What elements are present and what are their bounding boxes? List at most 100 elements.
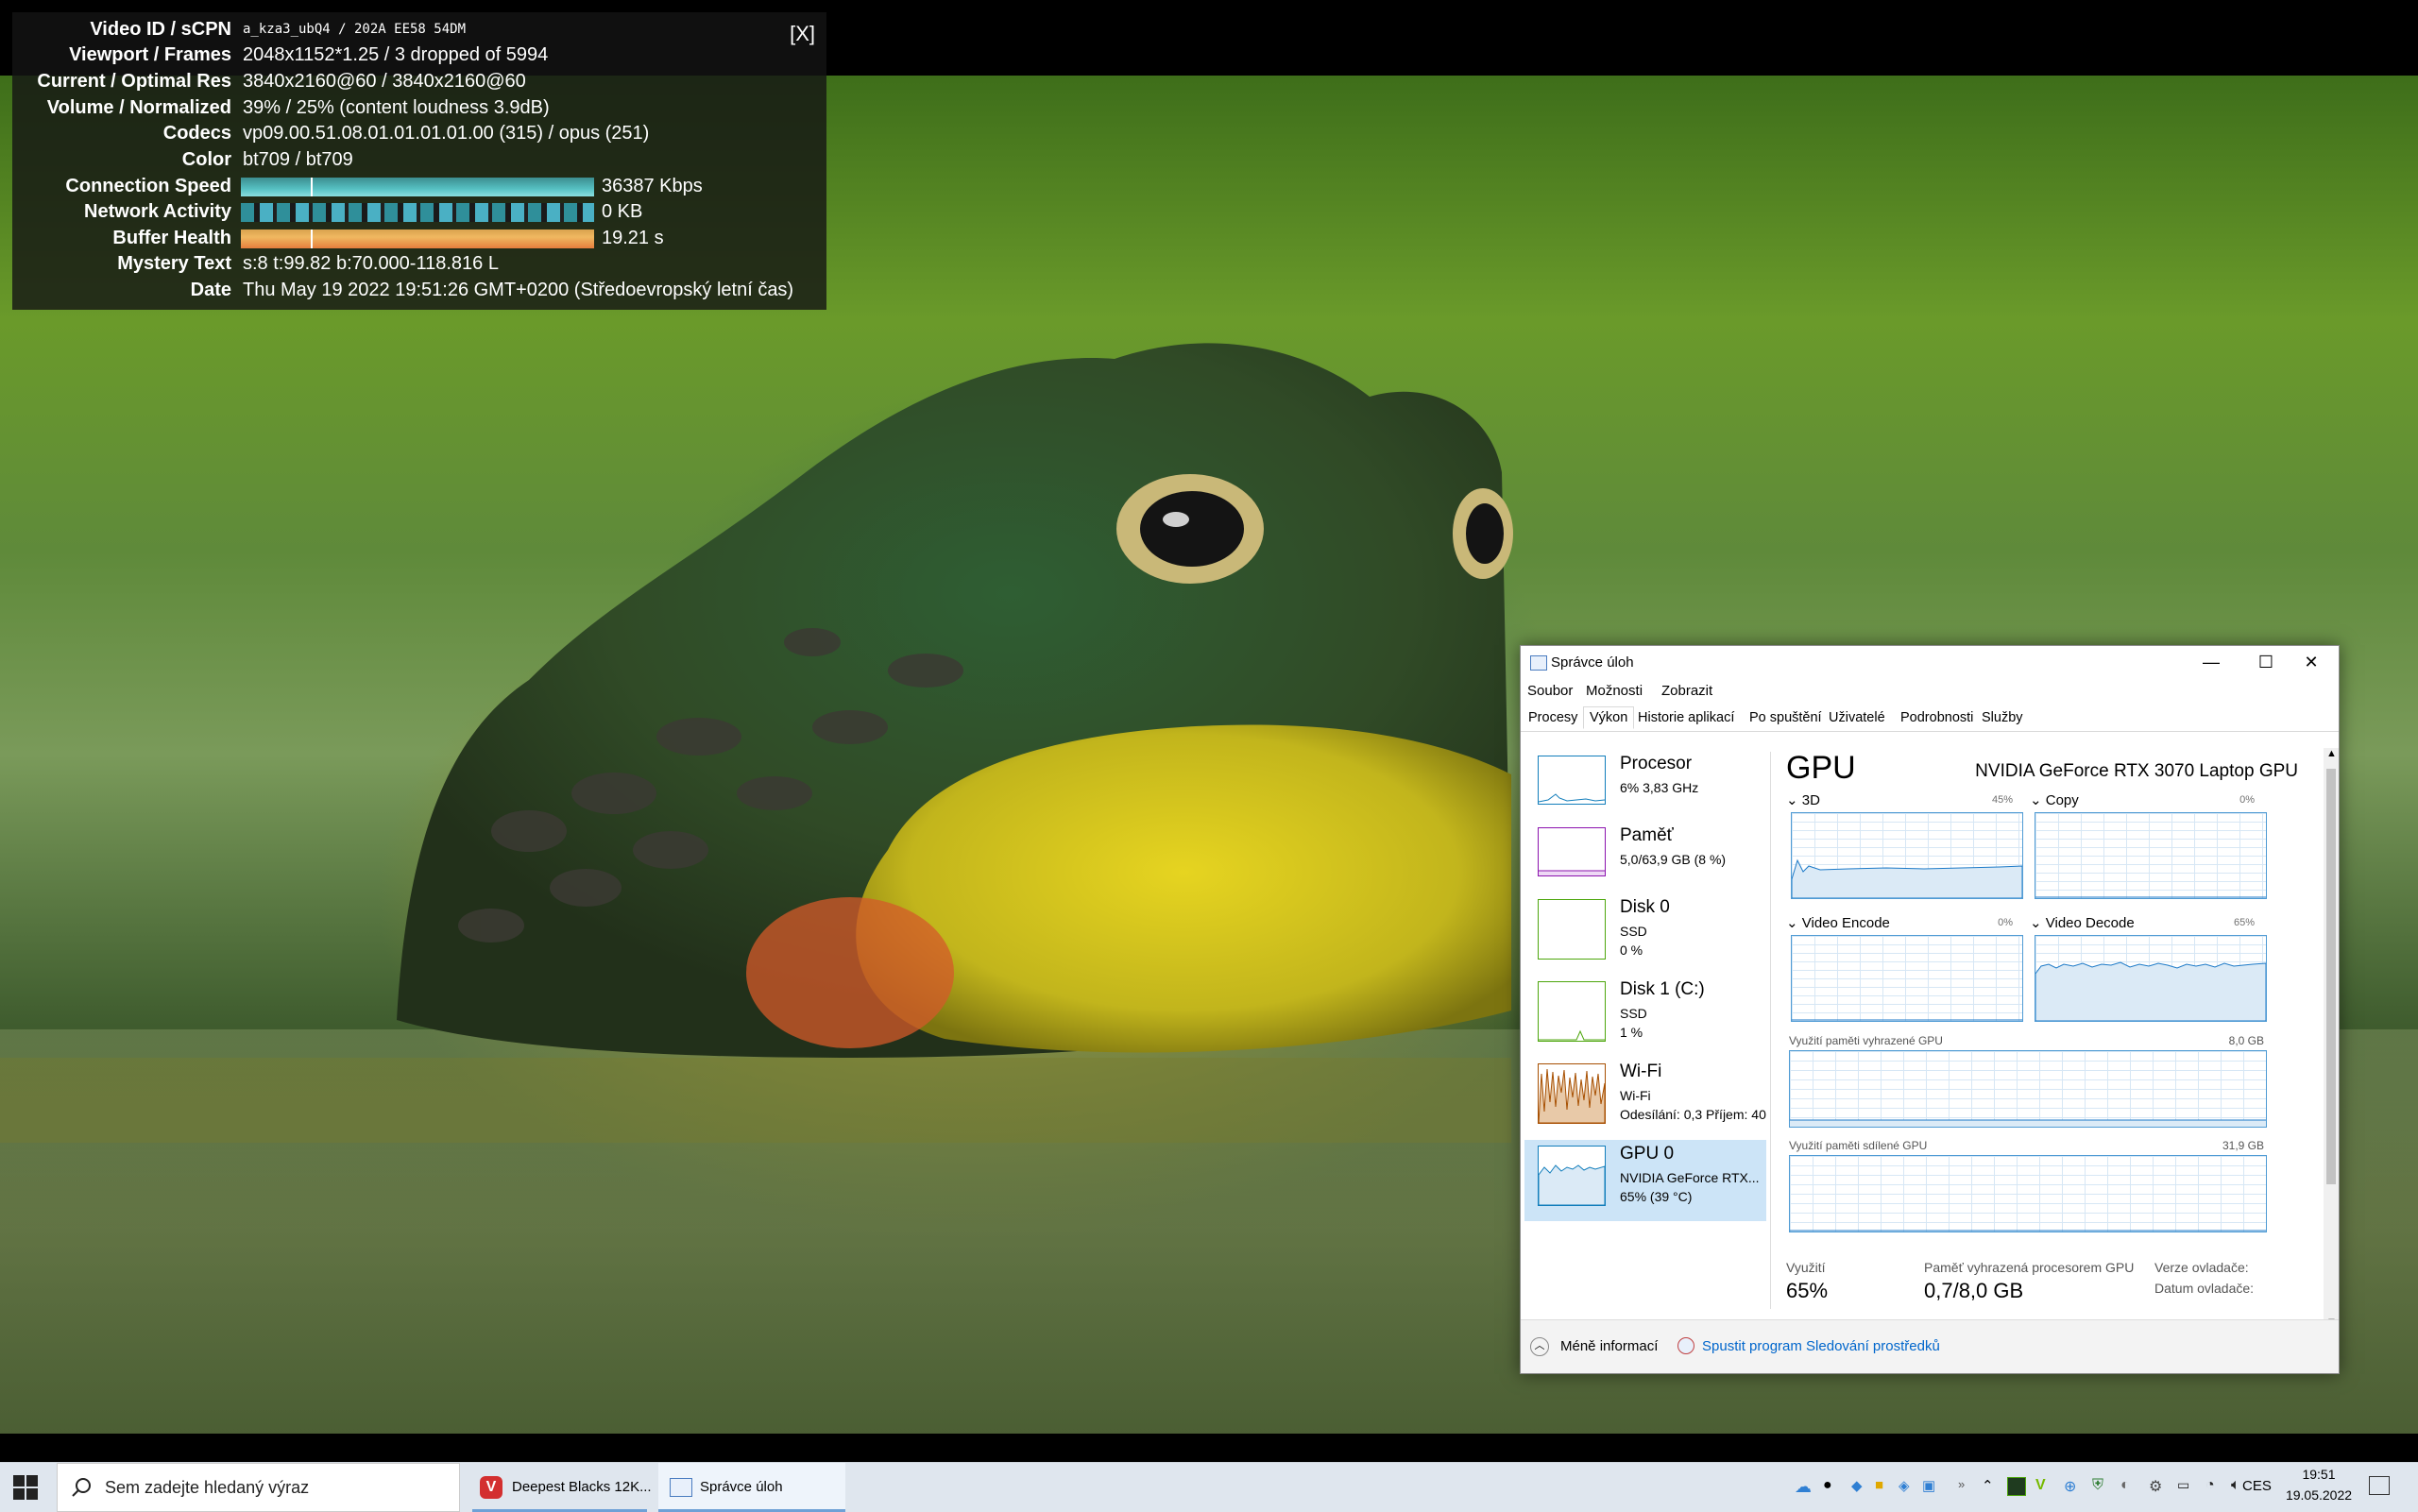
- onedrive-icon[interactable]: ☁: [1795, 1477, 1814, 1496]
- engine-3d-graph: [1791, 812, 2023, 899]
- menu-view[interactable]: Zobrazit: [1661, 683, 1712, 699]
- connection-speed-graph: [241, 178, 594, 196]
- search-placeholder: Sem zadejte hledaný výraz: [105, 1478, 310, 1497]
- vertical-scrollbar[interactable]: ▲ ▼: [2324, 748, 2339, 1328]
- stats-key-codecs: Codecs: [162, 123, 231, 144]
- engine-video-decode-pct: 65%: [2233, 917, 2255, 928]
- taskbar-app-label: Správce úloh: [700, 1479, 783, 1495]
- display-tray-icon[interactable]: ▣: [1922, 1477, 1941, 1496]
- engine-video-decode-label[interactable]: ⌄ Video Decode: [2030, 914, 2135, 931]
- title-bar[interactable]: Správce úloh — ☐ ✕: [1521, 646, 2339, 680]
- tab-processes[interactable]: Procesy: [1524, 708, 1581, 727]
- resource-detail: SSD: [1620, 924, 1647, 939]
- taskbar-app-label: Deepest Blacks 12K...: [512, 1479, 652, 1495]
- resource-detail: 5,0/63,9 GB (8 %): [1620, 852, 1727, 867]
- stats-value-connection-speed: 36387 Kbps: [602, 176, 703, 196]
- input-language[interactable]: CES: [2242, 1478, 2272, 1494]
- taskbar-search-box[interactable]: Sem zadejte hledaný výraz: [57, 1463, 460, 1512]
- stats-value-viewport: 2048x1152*1.25 / 3 dropped of 5994: [243, 44, 549, 65]
- task-manager-footer: ︿ Méně informací Spustit program Sledová…: [1521, 1319, 2339, 1373]
- tab-performance[interactable]: Výkon: [1583, 706, 1635, 729]
- windows-start-icon[interactable]: [13, 1475, 38, 1504]
- stats-key-buffer-health: Buffer Health: [112, 228, 231, 248]
- open-resource-monitor-link[interactable]: Spustit program Sledování prostředků: [1702, 1338, 1940, 1354]
- clock-date[interactable]: 19.05.2022: [2276, 1487, 2361, 1503]
- gpu-detail-panel: GPU NVIDIA GeForce RTX 3070 Laptop GPU ⌄…: [1780, 750, 2309, 1307]
- taskbar-app-task-manager[interactable]: Správce úloh: [658, 1463, 845, 1512]
- fewer-details-link[interactable]: Méně informací: [1560, 1338, 1658, 1354]
- resource-name: Procesor: [1620, 754, 1693, 773]
- scroll-up-icon[interactable]: ▲: [2326, 748, 2337, 759]
- folder-tray-icon[interactable]: ■: [1875, 1477, 1894, 1496]
- gpu-activity-icon[interactable]: [2007, 1477, 2026, 1496]
- stats-key-network-activity: Network Activity: [84, 201, 231, 222]
- notification-center-icon[interactable]: [2369, 1476, 2390, 1495]
- utilization-label: Využití: [1786, 1260, 1826, 1275]
- defender-shield-icon[interactable]: ⛨: [2092, 1477, 2111, 1496]
- clock-time[interactable]: 19:51: [2286, 1467, 2352, 1482]
- battery-icon[interactable]: ▭: [2177, 1477, 2196, 1496]
- gpu-stats-area: Využití 65% Paměť vyhrazená procesorem G…: [1780, 1260, 2309, 1307]
- task-manager-window[interactable]: Správce úloh — ☐ ✕ Soubor Možnosti Zobra…: [1520, 645, 2340, 1374]
- menu-options[interactable]: Možnosti: [1586, 683, 1643, 699]
- engine-3d-label[interactable]: ⌄ 3D: [1786, 791, 1820, 808]
- resource-monitor-icon: [1677, 1337, 1694, 1354]
- taskbar-app-vivaldi[interactable]: V Deepest Blacks 12K...: [472, 1463, 652, 1512]
- shared-memory-label: Využití paměti sdílené GPU: [1789, 1139, 1928, 1152]
- shared-memory-graph: [1789, 1155, 2267, 1232]
- resource-disk-1[interactable]: Disk 1 (C:) SSD 1 %: [1524, 976, 1766, 1057]
- resource-memory[interactable]: Paměť 5,0/63,9 GB (8 %): [1524, 822, 1766, 903]
- panel-divider[interactable]: [1770, 752, 1771, 1309]
- tab-services[interactable]: Služby: [1978, 708, 2027, 727]
- sync-tray-icon[interactable]: ◐: [2120, 1477, 2139, 1496]
- resource-disk-0[interactable]: Disk 0 SSD 0 %: [1524, 893, 1766, 975]
- resource-cpu[interactable]: Procesor 6% 3,83 GHz: [1524, 750, 1766, 831]
- menu-file[interactable]: Soubor: [1527, 683, 1573, 699]
- app-tray-icon[interactable]: ◆: [1851, 1477, 1870, 1496]
- tab-details[interactable]: Podrobnosti: [1897, 708, 1977, 727]
- resource-name: Wi-Fi: [1620, 1062, 1662, 1081]
- tab-users[interactable]: Uživatelé: [1825, 708, 1889, 727]
- disk1-mini-graph: [1538, 981, 1606, 1042]
- minimize-button[interactable]: —: [2184, 646, 2239, 680]
- engine-video-encode-label[interactable]: ⌄ Video Encode: [1786, 914, 1890, 931]
- show-hidden-icons-chevron-icon[interactable]: ⌃: [1982, 1477, 2001, 1496]
- resource-usage: Odesílání: 0,3 Příjem: 40: [1620, 1107, 1766, 1122]
- nvidia-icon[interactable]: V: [2035, 1477, 2054, 1496]
- memory-mini-graph: [1538, 827, 1606, 876]
- bluetooth-tray-icon[interactable]: ◈: [1899, 1477, 1917, 1496]
- dedicated-memory-stat-label: Paměť vyhrazená procesorem GPU: [1924, 1260, 2135, 1275]
- chevron-up-icon[interactable]: ︿: [1530, 1337, 1549, 1356]
- resource-detail: 6% 3,83 GHz: [1620, 780, 1699, 795]
- resource-wifi[interactable]: Wi-Fi Wi-Fi Odesílání: 0,3 Příjem: 40: [1524, 1058, 1766, 1139]
- scrollbar-thumb[interactable]: [2326, 769, 2336, 1184]
- buffer-health-graph: [241, 229, 594, 248]
- wifi-icon[interactable]: ◔: [2205, 1477, 2224, 1496]
- settings-tray-icon[interactable]: ⚙: [2149, 1477, 2168, 1496]
- tab-startup[interactable]: Po spuštění: [1745, 708, 1826, 727]
- resource-detail: Wi-Fi: [1620, 1088, 1651, 1103]
- task-manager-icon: [670, 1478, 692, 1497]
- stats-value-volume: 39% / 25% (content loudness 3.9dB): [243, 97, 550, 118]
- stats-value-date: Thu May 19 2022 19:51:26 GMT+0200 (Střed…: [243, 280, 794, 300]
- network-activity-graph: [241, 203, 594, 222]
- stats-key-viewport: Viewport / Frames: [69, 44, 231, 65]
- security-tray-icon[interactable]: ⊕: [2064, 1477, 2083, 1496]
- user-tray-icon[interactable]: ●: [1823, 1477, 1842, 1496]
- stats-value-network-activity: 0 KB: [602, 201, 643, 222]
- taskbar: Sem zadejte hledaný výraz V Deepest Blac…: [0, 1462, 2418, 1512]
- overflow-chevron-icon[interactable]: »: [1958, 1477, 1977, 1496]
- resource-usage: 65% (39 °C): [1620, 1189, 1693, 1204]
- search-icon: [71, 1477, 92, 1503]
- stats-key-mystery-text: Mystery Text: [117, 253, 231, 274]
- resource-gpu-0[interactable]: GPU 0 NVIDIA GeForce RTX... 65% (39 °C): [1524, 1140, 1766, 1221]
- tab-app-history[interactable]: Historie aplikací: [1634, 708, 1738, 727]
- engine-copy-label[interactable]: ⌄ Copy: [2030, 791, 2079, 808]
- gpu-model-name: NVIDIA GeForce RTX 3070 Laptop GPU: [1975, 761, 2298, 781]
- close-button[interactable]: ✕: [2284, 646, 2339, 680]
- resource-detail: NVIDIA GeForce RTX...: [1620, 1170, 1760, 1185]
- resource-name: Disk 0: [1620, 897, 1670, 917]
- task-manager-icon: [1530, 655, 1547, 671]
- window-title: Správce úloh: [1551, 654, 1634, 671]
- stats-for-nerds-panel: [X] Video ID / sCPN a_kza3_ubQ4 / 202A EE…: [12, 12, 826, 310]
